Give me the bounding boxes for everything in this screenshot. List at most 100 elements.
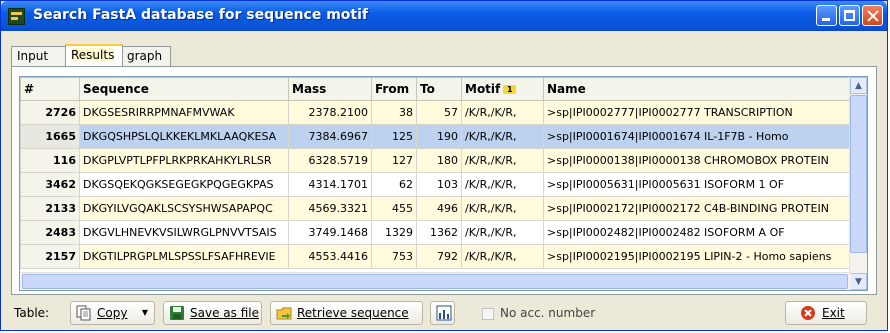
minimize-button[interactable] — [816, 5, 837, 26]
bar-chart-icon — [436, 305, 452, 321]
cell-id: 2483 — [20, 220, 80, 245]
cell-id: 1665 — [20, 124, 80, 149]
table-row[interactable]: 2133 DKGYILVGQAKLSCSYSHWSAPAPQC 4569.332… — [20, 196, 852, 221]
cell-sequence: DKGPLVPTLPFPLRKPRKAHKYLRLSR — [79, 148, 289, 173]
cell-name: >sp|IPI0002195|IPI0002195 LIPIN-2 - Homo… — [543, 244, 852, 269]
cell-mass: 4553.4416 — [288, 244, 372, 269]
cell-mass: 2378.2100 — [288, 100, 372, 125]
no-acc-number-checkbox[interactable] — [482, 308, 494, 320]
table-row[interactable]: 2726 DKGSESRIRRPMNAFMVWAK 2378.2100 38 5… — [20, 100, 852, 125]
cell-sequence: DKGSQEKQGKSEGEGKPQGEGKPAS — [79, 172, 289, 197]
table-row-selected[interactable]: 1665 DKGQSHPSLQLKKEKLMKLAAQKESA 7384.696… — [20, 124, 852, 149]
folder-arrow-icon — [276, 307, 292, 320]
cell-motif: /K/R,/K/R, — [461, 244, 544, 269]
cell-motif: /K/R,/K/R, — [461, 148, 544, 173]
cell-from: 127 — [371, 148, 417, 173]
cell-from: 125 — [371, 124, 417, 149]
dropdown-caret-icon[interactable]: ▼ — [142, 302, 148, 324]
cell-id: 116 — [20, 148, 80, 173]
exit-button[interactable]: Exit — [785, 301, 867, 325]
app-icon — [8, 8, 25, 25]
scroll-down-arrow-icon[interactable]: ▼ — [850, 273, 867, 290]
copy-label: Copy — [97, 306, 128, 320]
vertical-scrollbar[interactable]: ▲ ▼ — [849, 77, 867, 290]
close-window-button[interactable] — [862, 5, 883, 26]
cell-from: 753 — [371, 244, 417, 269]
bottom-toolbar: Table: Copy ▼ Save as file Retrieve sequ… — [1, 297, 889, 331]
cell-name: >sp|IPI0001674|IPI0001674 IL-1F7B - Homo — [543, 124, 852, 149]
column-header-to[interactable]: To — [416, 77, 462, 101]
cell-id: 2157 — [20, 244, 80, 269]
table-header-row: # Sequence Mass From To Motif 1 Name — [20, 77, 852, 101]
save-as-file-button[interactable]: Save as file — [163, 301, 262, 325]
vertical-scroll-thumb[interactable] — [850, 95, 867, 253]
chart-button[interactable] — [430, 301, 455, 325]
cell-motif: /K/R,/K/R, — [461, 100, 544, 125]
title-bar[interactable]: Search FastA database for sequence motif — [1, 1, 887, 31]
column-header-motif[interactable]: Motif 1 — [461, 77, 544, 101]
copy-icon — [76, 305, 91, 321]
horizontal-scroll-thumb[interactable] — [22, 274, 848, 289]
save-icon — [170, 306, 184, 320]
exit-icon — [801, 306, 815, 320]
results-grid[interactable]: # Sequence Mass From To Motif 1 Name 2726… — [19, 76, 868, 291]
cell-from: 455 — [371, 196, 417, 221]
main-window: Search FastA database for sequence motif… — [0, 0, 888, 331]
cell-from: 1329 — [371, 220, 417, 245]
table-row[interactable]: 2483 DKGVLHNEVKVSILWRGLPNVVTSAIS 3749.14… — [20, 220, 852, 245]
maximize-button[interactable] — [839, 5, 860, 26]
cell-to: 180 — [416, 148, 462, 173]
results-table: # Sequence Mass From To Motif 1 Name 2726… — [20, 77, 852, 269]
cell-name: >sp|IPI0000138|IPI0000138 CHROMOBOX PROT… — [543, 148, 852, 173]
column-header-name[interactable]: Name — [543, 77, 852, 101]
tab-input[interactable]: Input — [11, 46, 67, 66]
cell-sequence: DKGVLHNEVKVSILWRGLPNVVTSAIS — [79, 220, 289, 245]
cell-motif: /K/R,/K/R, — [461, 196, 544, 221]
motif-header-label: Motif — [465, 82, 501, 96]
scroll-up-arrow-icon[interactable]: ▲ — [850, 77, 867, 94]
cell-mass: 7384.6967 — [288, 124, 372, 149]
cell-mass: 4569.3321 — [288, 196, 372, 221]
copy-button[interactable]: Copy ▼ — [70, 301, 155, 325]
cell-mass: 6328.5719 — [288, 148, 372, 173]
column-header-from[interactable]: From — [371, 77, 417, 101]
retrieve-label: Retrieve sequence — [297, 306, 409, 320]
cell-id: 3462 — [20, 172, 80, 197]
cell-to: 1362 — [416, 220, 462, 245]
cell-id: 2726 — [20, 100, 80, 125]
results-panel: # Sequence Mass From To Motif 1 Name 2726… — [11, 66, 877, 295]
cell-motif: /K/R,/K/R, — [461, 220, 544, 245]
cell-name: >sp|IPI0002482|IPI0002482 ISOFORM A OF — [543, 220, 852, 245]
cell-from: 62 — [371, 172, 417, 197]
cell-to: 57 — [416, 100, 462, 125]
cell-motif: /K/R,/K/R, — [461, 124, 544, 149]
cell-sequence: DKGTILPRGPLMLSPSSLFSAFHREVIE — [79, 244, 289, 269]
table-row[interactable]: 116 DKGPLVPTLPFPLRKPRKAHKYLRLSR 6328.571… — [20, 148, 852, 173]
cell-name: >sp|IPI0002172|IPI0002172 C4B-BINDING PR… — [543, 196, 852, 221]
cell-sequence: DKGQSHPSLQLKKEKLMKLAAQKESA — [79, 124, 289, 149]
table-label: Table: — [14, 306, 50, 320]
cell-to: 103 — [416, 172, 462, 197]
cell-mass: 4314.1701 — [288, 172, 372, 197]
horizontal-scrollbar[interactable] — [20, 272, 851, 290]
column-header-id[interactable]: # — [20, 77, 80, 101]
cell-motif: /K/R,/K/R, — [461, 172, 544, 197]
table-row[interactable]: 2157 DKGTILPRGPLMLSPSSLFSAFHREVIE 4553.4… — [20, 244, 852, 269]
cell-sequence: DKGSESRIRRPMNAFMVWAK — [79, 100, 289, 125]
cell-to: 190 — [416, 124, 462, 149]
tab-graph[interactable]: graph — [121, 46, 171, 66]
cell-sequence: DKGYILVGQAKLSCSYSHWSAPAPQC — [79, 196, 289, 221]
column-header-sequence[interactable]: Sequence — [79, 77, 289, 101]
window-title: Search FastA database for sequence motif — [33, 7, 368, 23]
table-row[interactable]: 3462 DKGSQEKQGKSEGEGKPQGEGKPAS 4314.1701… — [20, 172, 852, 197]
cell-to: 792 — [416, 244, 462, 269]
save-label: Save as file — [190, 306, 259, 320]
cell-name: >sp|IPI0002777|IPI0002777 TRANSCRIPTION — [543, 100, 852, 125]
tab-results[interactable]: Results — [65, 44, 123, 66]
cell-mass: 3749.1468 — [288, 220, 372, 245]
column-header-mass[interactable]: Mass — [288, 77, 372, 101]
exit-label: Exit — [822, 306, 845, 320]
tab-results-label: Results — [71, 48, 115, 62]
cell-to: 496 — [416, 196, 462, 221]
retrieve-sequence-button[interactable]: Retrieve sequence — [270, 301, 423, 325]
